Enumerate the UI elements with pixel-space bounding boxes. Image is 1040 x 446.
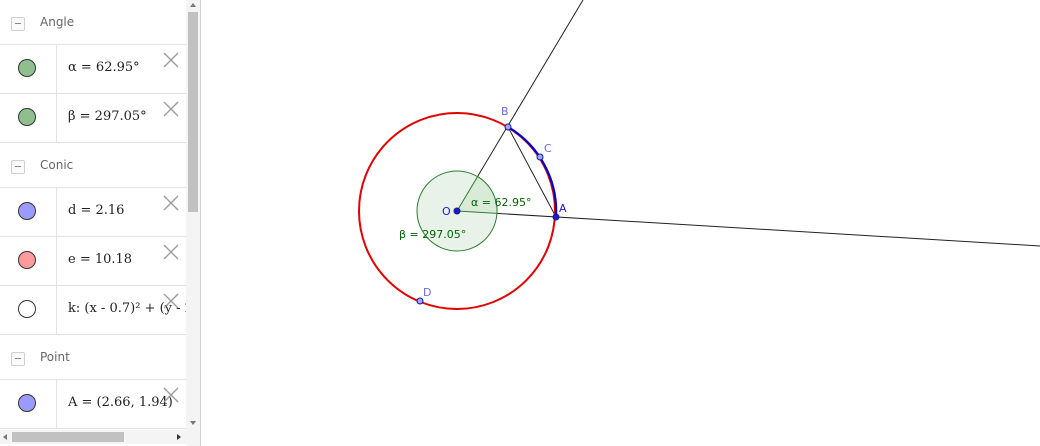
algebra-row-d[interactable]: d = 2.16 <box>0 188 186 237</box>
delete-icon[interactable] <box>162 194 180 212</box>
algebra-expression-d[interactable]: d = 2.16 <box>68 203 124 218</box>
scroll-left-icon[interactable] <box>0 430 10 444</box>
collapse-conic-button[interactable] <box>11 160 25 174</box>
marble-cell <box>0 380 57 428</box>
marble-cell <box>0 94 57 142</box>
group-label-point: Point <box>40 350 70 364</box>
angle-beta-label: β = 297.05° <box>399 228 466 241</box>
algebra-row-beta[interactable]: β = 297.05° <box>0 94 186 143</box>
algebra-row-e[interactable]: e = 10.18 <box>0 237 186 286</box>
horizontal-scroll-thumb[interactable] <box>12 432 124 442</box>
group-header-conic: Conic <box>0 143 186 188</box>
point-C[interactable] <box>536 153 544 161</box>
algebra-row-k[interactable]: k: (x - 0.7)² + (y - 2 <box>0 286 186 335</box>
visibility-marble-e[interactable] <box>18 251 36 269</box>
visibility-marble-A[interactable] <box>18 394 36 412</box>
algebra-expression-alpha[interactable]: α = 62.95° <box>68 60 140 75</box>
point-label-O: O <box>442 205 451 218</box>
geometry-canvas[interactable]: α = 62.95° β = 297.05° B C A D O <box>201 0 1040 446</box>
vertical-scroll-thumb[interactable] <box>188 12 198 212</box>
scroll-up-icon[interactable] <box>186 0 200 10</box>
graphics-view[interactable]: α = 62.95° β = 297.05° B C A D O <box>201 0 1040 446</box>
delete-icon[interactable] <box>162 51 180 69</box>
scrollbar-corner <box>186 430 200 446</box>
algebra-expression-A[interactable]: A = (2.66, 1.94) <box>68 395 173 410</box>
algebra-expression-e[interactable]: e = 10.18 <box>68 252 132 267</box>
delete-icon[interactable] <box>162 386 180 404</box>
algebra-row-A[interactable]: A = (2.66, 1.94) <box>0 380 186 429</box>
delete-icon[interactable] <box>162 243 180 261</box>
horizontal-scrollbar[interactable] <box>0 430 186 444</box>
point-label-C: C <box>544 142 552 155</box>
collapse-angle-button[interactable] <box>11 17 25 31</box>
scroll-down-icon[interactable] <box>186 418 200 428</box>
group-label-conic: Conic <box>40 158 74 172</box>
group-header-angle: Angle <box>0 0 186 45</box>
vertical-scrollbar[interactable] <box>186 0 200 430</box>
visibility-marble-k[interactable] <box>18 300 36 318</box>
delete-icon[interactable] <box>162 100 180 118</box>
algebra-view: Angle α = 62.95° β = 297.05° Conic d = 2 <box>0 0 201 446</box>
marble-cell <box>0 286 57 334</box>
angle-alpha-label: α = 62.95° <box>471 196 531 209</box>
visibility-marble-d[interactable] <box>18 202 36 220</box>
point-O[interactable] <box>453 207 461 215</box>
group-header-point: Point <box>0 335 186 380</box>
point-label-B: B <box>501 105 509 118</box>
algebra-expression-beta[interactable]: β = 297.05° <box>68 109 147 124</box>
delete-icon[interactable] <box>162 292 180 310</box>
marble-cell <box>0 45 57 93</box>
point-B[interactable] <box>504 123 512 131</box>
point-label-D: D <box>423 286 431 299</box>
marble-cell <box>0 188 57 236</box>
algebra-row-alpha[interactable]: α = 62.95° <box>0 45 186 94</box>
ray-OA[interactable] <box>456 210 1040 247</box>
algebra-list: Angle α = 62.95° β = 297.05° Conic d = 2 <box>0 0 186 430</box>
visibility-marble-alpha[interactable] <box>18 59 36 77</box>
visibility-marble-beta[interactable] <box>18 108 36 126</box>
scroll-right-icon[interactable] <box>174 430 184 444</box>
group-label-angle: Angle <box>40 15 75 29</box>
collapse-point-button[interactable] <box>11 352 25 366</box>
point-label-A: A <box>559 202 567 215</box>
marble-cell <box>0 237 57 285</box>
